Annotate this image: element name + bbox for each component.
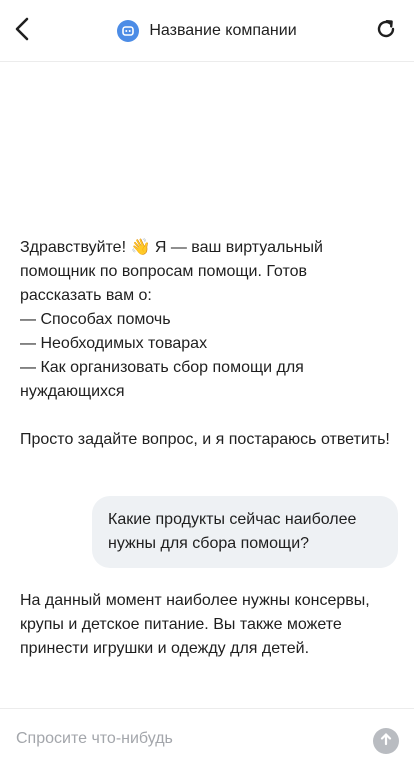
chat-header: Название компании <box>0 0 414 62</box>
chat-input[interactable] <box>16 725 356 753</box>
greeting-item: — Необходимых товарах <box>20 335 208 352</box>
user-message-text: Какие продукты сейчас наиболее нужны для… <box>108 511 357 552</box>
bot-greeting-message: Здравствуйте! 👋 Я — ваш виртуальный помо… <box>20 236 390 452</box>
chat-bot-icon <box>117 20 140 42</box>
bot-answer-message: На данный момент наиболее нужны консервы… <box>20 589 400 661</box>
user-message-bubble: Какие продукты сейчас наиболее нужны для… <box>92 496 398 568</box>
composer-bar <box>0 708 414 770</box>
refresh-icon <box>375 18 397 45</box>
greeting-item: — Способах помочь <box>20 311 171 328</box>
greeting-closing: Просто задайте вопрос, и я постараюсь от… <box>20 431 390 448</box>
company-name: Название компании <box>149 22 297 39</box>
arrow-up-icon <box>379 732 393 751</box>
greeting-intro: Здравствуйте! 👋 Я — ваш виртуальный помо… <box>20 239 323 304</box>
send-button[interactable] <box>373 728 399 754</box>
header-title: Название компании <box>0 0 414 62</box>
bot-answer-text: На данный момент наиболее нужны консервы… <box>20 592 370 657</box>
greeting-item: — Как организовать сбор помощи для нужда… <box>20 359 304 400</box>
refresh-button[interactable] <box>372 17 400 45</box>
